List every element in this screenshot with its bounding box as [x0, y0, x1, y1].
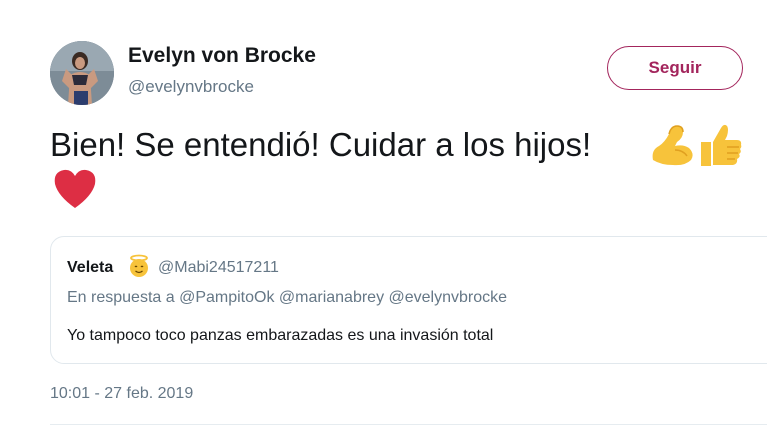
author-name[interactable]: Evelyn von Brocke: [128, 44, 316, 68]
red-heart-icon: [54, 169, 96, 208]
heart-emoji: [52, 166, 98, 215]
angel-face-icon: [127, 254, 151, 283]
quoted-tweet[interactable]: Veleta @Mabi24517211 En respuesta a @Pam…: [50, 236, 767, 364]
quoted-tweet-text: Yo tampoco toco panzas embarazadas es un…: [67, 327, 494, 344]
flexed-biceps-icon: [652, 125, 693, 166]
thumbs-up-icon: [701, 124, 742, 166]
follow-button[interactable]: Seguir: [607, 46, 743, 90]
divider: [50, 424, 767, 425]
quoted-author-name: Veleta: [67, 259, 114, 276]
tweet-emojis: [647, 120, 745, 170]
tweet-text: Bien! Se entendió! Cuidar a los hijos!: [50, 126, 592, 163]
reply-to-line: En respuesta a @PampitoOk @marianabrey @…: [67, 289, 508, 306]
author-avatar[interactable]: [50, 41, 114, 105]
author-handle[interactable]: @evelynvbrocke: [128, 77, 254, 97]
quoted-author-handle: @Mabi24517211: [158, 259, 279, 276]
tweet-timestamp[interactable]: 10:01 - 27 feb. 2019: [50, 385, 193, 403]
profile-photo-icon: [50, 41, 114, 105]
